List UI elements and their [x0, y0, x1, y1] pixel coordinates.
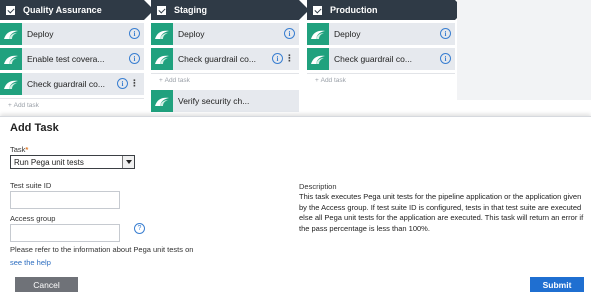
add-task-label: Add task: [320, 77, 346, 84]
stage-quality-assurance: Quality Assurance Deploy i Enable test c…: [0, 0, 154, 118]
pega-task-icon: [151, 90, 173, 112]
task-label: Check guardrail co...: [27, 79, 105, 89]
task-label: Enable test covera...: [27, 54, 105, 64]
stage-checkbox[interactable]: [313, 5, 322, 15]
dropdown-arrow-icon[interactable]: [122, 156, 134, 168]
task-card[interactable]: Deploy i: [307, 23, 455, 45]
task-select-value: Run Pega unit tests: [14, 157, 84, 167]
task-label: Deploy: [334, 29, 361, 39]
info-icon[interactable]: i: [272, 53, 283, 64]
task-label-text: Task: [10, 145, 26, 154]
task-label: Verify security ch...: [178, 96, 250, 106]
task-card[interactable]: Verify security ch...: [151, 90, 299, 112]
add-task-link[interactable]: + Add task: [0, 98, 144, 112]
help-note: Please refer to the information about Pe…: [10, 245, 194, 254]
task-card[interactable]: Deploy i: [0, 23, 144, 45]
task-card[interactable]: Deploy i: [151, 23, 299, 45]
task-field-label: Task*: [10, 145, 28, 154]
stage-title: Quality Assurance: [23, 5, 102, 15]
background-panel: [457, 0, 591, 100]
task-label: Deploy: [27, 29, 54, 39]
pipeline-board: Quality Assurance Deploy i Enable test c…: [0, 0, 591, 118]
cancel-button[interactable]: Cancel: [15, 277, 78, 292]
stage-checkbox[interactable]: [157, 5, 166, 15]
help-icon[interactable]: ?: [134, 223, 145, 234]
add-task-label: Add task: [164, 77, 190, 84]
stage-checkbox[interactable]: [6, 5, 15, 15]
access-group-label: Access group: [10, 214, 56, 223]
stage-header: Staging: [151, 0, 309, 20]
task-label: Check guardrail co...: [178, 54, 256, 64]
task-select[interactable]: Run Pega unit tests: [10, 155, 135, 169]
stage-title: Staging: [174, 5, 207, 15]
task-card[interactable]: Check guardrail co... i: [307, 48, 455, 70]
pega-task-icon: [151, 48, 173, 70]
task-card[interactable]: Check guardrail co... i ⋮: [0, 73, 144, 95]
task-label: Check guardrail co...: [334, 54, 412, 64]
submit-button[interactable]: Submit: [530, 277, 584, 292]
info-icon[interactable]: i: [440, 53, 451, 64]
info-icon[interactable]: i: [129, 53, 140, 64]
pega-task-icon: [307, 23, 329, 45]
task-card[interactable]: Check guardrail co... i ⋮: [151, 48, 299, 70]
stage-header: Quality Assurance: [0, 0, 154, 20]
stage-staging: Staging Deploy i Check guardrail co... i…: [151, 0, 309, 118]
add-task-label: Add task: [13, 102, 39, 109]
test-suite-input[interactable]: [10, 191, 120, 209]
test-suite-label: Test suite ID: [10, 181, 52, 190]
pega-task-icon: [307, 48, 329, 70]
stage-production: Production Deploy i Check guardrail co..…: [307, 0, 465, 118]
info-icon[interactable]: i: [284, 28, 295, 39]
info-icon[interactable]: i: [440, 28, 451, 39]
pega-task-icon: [0, 48, 22, 70]
more-options-icon[interactable]: ⋮: [285, 54, 294, 63]
task-card[interactable]: Enable test covera... i: [0, 48, 144, 70]
description-text: This task executes Pega unit tests for t…: [299, 192, 584, 233]
pega-task-icon: [0, 23, 22, 45]
add-task-link[interactable]: + Add task: [307, 73, 455, 87]
task-label: Deploy: [178, 29, 205, 39]
stage-title: Production: [330, 5, 378, 15]
more-options-icon[interactable]: ⋮: [130, 79, 139, 88]
access-group-input[interactable]: [10, 224, 120, 242]
required-marker: *: [25, 145, 29, 154]
add-task-modal: Add Task Task* Run Pega unit tests Test …: [0, 116, 591, 300]
add-task-link[interactable]: + Add task: [151, 73, 299, 87]
modal-title: Add Task: [10, 122, 59, 134]
pega-task-icon: [0, 73, 22, 95]
pega-task-icon: [151, 23, 173, 45]
see-help-link[interactable]: see the help: [10, 258, 51, 267]
info-icon[interactable]: i: [129, 28, 140, 39]
info-icon[interactable]: i: [117, 78, 128, 89]
description-label: Description: [299, 182, 337, 191]
stage-header: Production: [307, 0, 465, 20]
